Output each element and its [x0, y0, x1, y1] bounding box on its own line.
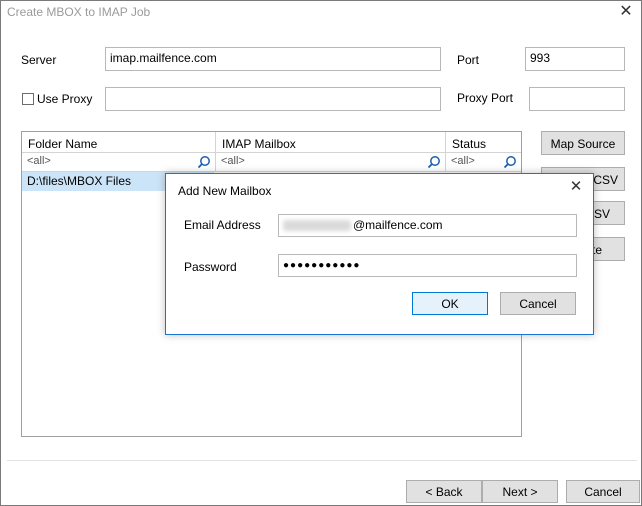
search-icon[interactable]: [503, 155, 517, 169]
cancel-label: Cancel: [584, 485, 622, 499]
email-domain: @mailfence.com: [353, 218, 443, 232]
server-input[interactable]: imap.mailfence.com: [105, 47, 441, 71]
proxy-port-label: Proxy Port: [457, 91, 514, 105]
ok-label: OK: [441, 297, 459, 311]
column-folder-name[interactable]: Folder Name: [22, 132, 216, 153]
filter-text: <all>: [451, 155, 475, 167]
back-button[interactable]: < Back: [406, 480, 482, 503]
dialog-cancel-label: Cancel: [519, 297, 557, 311]
next-button[interactable]: Next >: [482, 480, 558, 503]
window-close-icon[interactable]: ✕: [611, 1, 641, 25]
use-proxy-label: Use Proxy: [37, 92, 93, 106]
next-label: Next >: [502, 485, 538, 499]
grid-header: Folder Name IMAP Mailbox Status: [22, 132, 521, 153]
filter-folder-name[interactable]: <all>: [22, 153, 216, 172]
column-status[interactable]: Status: [446, 132, 521, 153]
filter-text: <all>: [27, 155, 51, 167]
map-source-label: Map Source: [550, 137, 616, 151]
email-label: Email Address: [184, 218, 261, 232]
server-label: Server: [21, 53, 57, 67]
search-icon[interactable]: [427, 155, 441, 169]
port-input[interactable]: 993: [525, 47, 625, 71]
cancel-button[interactable]: Cancel: [566, 480, 640, 503]
redacted-username: [283, 220, 351, 232]
proxy-port-input[interactable]: [529, 87, 625, 111]
port-label: Port: [457, 53, 480, 67]
add-mailbox-dialog: Add New Mailbox ✕ Email Address @mailfen…: [165, 173, 594, 335]
column-imap-mailbox[interactable]: IMAP Mailbox: [216, 132, 446, 153]
main-window: Create MBOX to IMAP Job ✕ Server imap.ma…: [0, 0, 642, 506]
dialog-title: Add New Mailbox: [178, 184, 272, 198]
use-proxy-checkbox[interactable]: [22, 93, 34, 105]
close-icon[interactable]: ✕: [564, 176, 588, 198]
map-source-button[interactable]: Map Source: [541, 131, 625, 155]
filter-imap-mailbox[interactable]: <all>: [216, 153, 446, 172]
password-label: Password: [184, 260, 237, 274]
email-field[interactable]: @mailfence.com: [278, 214, 577, 237]
title-bar: Create MBOX to IMAP Job ✕: [1, 1, 641, 25]
back-label: < Back: [425, 485, 463, 499]
footer-separator: [7, 460, 637, 461]
window-title: Create MBOX to IMAP Job: [7, 5, 151, 19]
dialog-cancel-button[interactable]: Cancel: [500, 292, 576, 315]
ok-button[interactable]: OK: [412, 292, 488, 315]
password-field[interactable]: ●●●●●●●●●●●: [278, 254, 577, 277]
folder-cell: D:\files\MBOX Files: [27, 174, 132, 188]
proxy-input[interactable]: [105, 87, 441, 111]
search-icon[interactable]: [197, 155, 211, 169]
filter-text: <all>: [221, 155, 245, 167]
